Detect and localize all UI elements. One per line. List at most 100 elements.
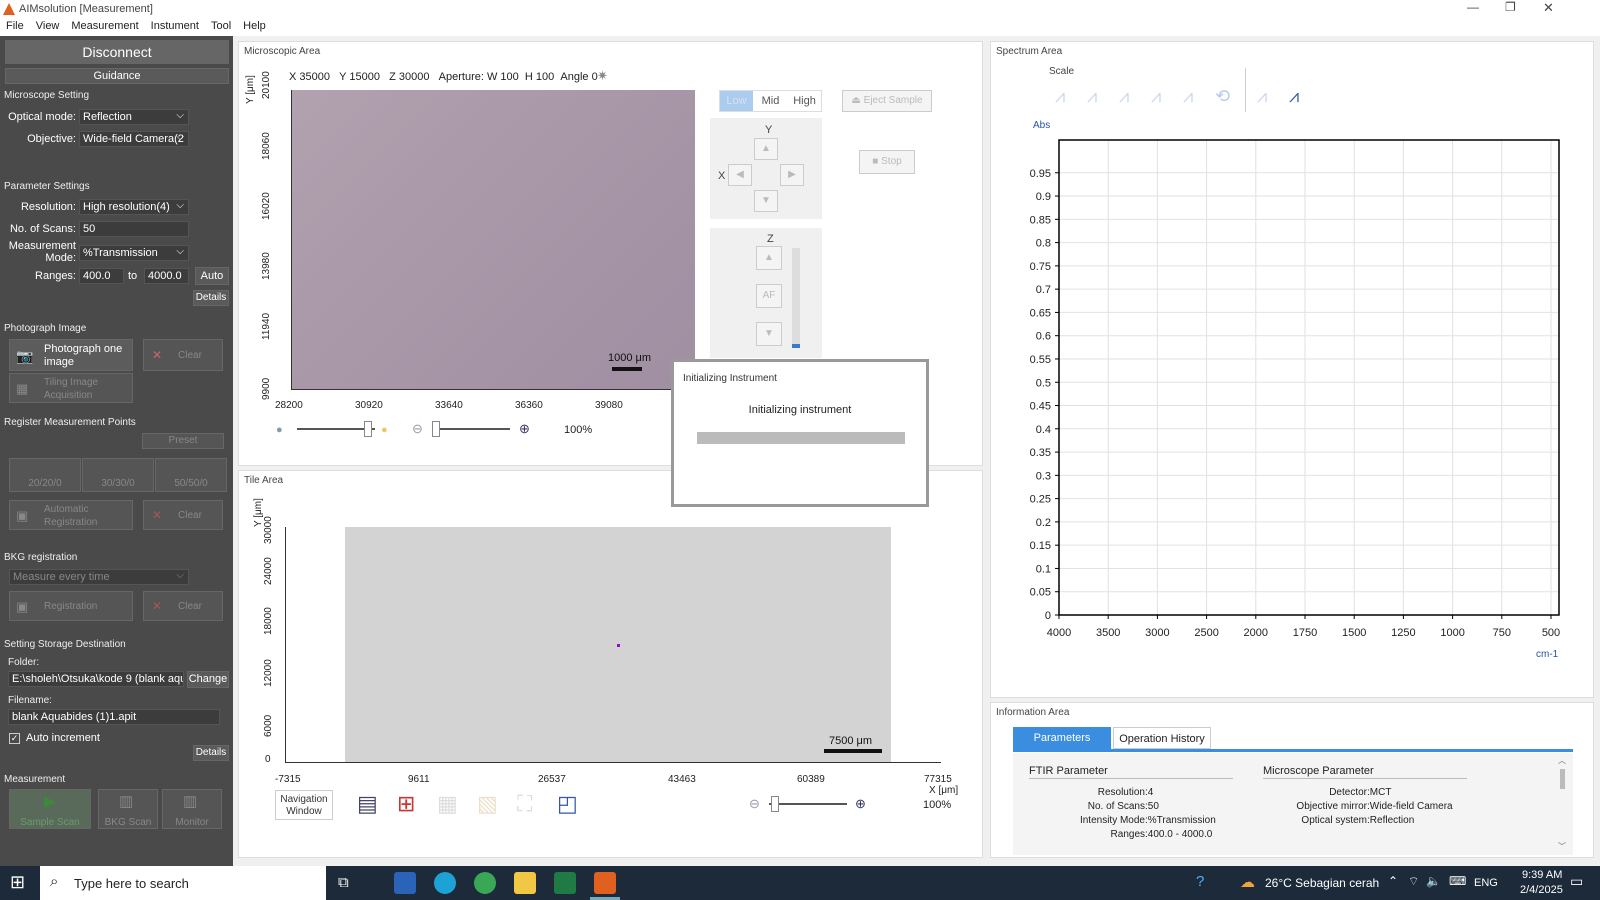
tray-chevron-icon[interactable]: ⌃	[1388, 874, 1398, 888]
bkg-clear-button[interactable]: ✕ Clear	[143, 591, 223, 621]
zoom-slider[interactable]	[432, 428, 510, 430]
aimsolution-taskbar-icon[interactable]	[594, 872, 616, 894]
clock-date[interactable]: 2/4/2025	[1520, 884, 1563, 896]
scrollbar[interactable]: ︿ ﹀	[1558, 755, 1568, 853]
tab-operation-history[interactable]: Operation History	[1113, 727, 1211, 749]
weather-text[interactable]: 26°C Sebagian cerah	[1265, 876, 1379, 890]
storage-details-button[interactable]: Details	[193, 745, 229, 761]
stage-left-button[interactable]: ◀	[728, 164, 752, 186]
menu-tool[interactable]: Tool	[205, 18, 237, 32]
zoom-out-icon[interactable]: ⊖	[412, 421, 423, 437]
excel-icon[interactable]	[554, 872, 576, 894]
bkg-registration-button[interactable]: ▣ Registration	[9, 591, 133, 621]
clock-time[interactable]: 9:39 AM	[1522, 869, 1562, 881]
z-up-button[interactable]: ▲	[756, 246, 782, 270]
speed-low[interactable]: Low	[720, 91, 753, 111]
tile-map[interactable]: 7500 μm	[285, 527, 941, 763]
close-icon[interactable]: ✕	[1543, 0, 1554, 16]
speed-high[interactable]: High	[788, 91, 821, 111]
guidance-button[interactable]: Guidance	[5, 68, 229, 84]
scroll-thumb[interactable]	[1560, 769, 1565, 789]
preset-1-button[interactable]: 20/20/0	[9, 458, 81, 492]
sample-scan-button[interactable]: ▶ Sample Scan	[9, 789, 91, 829]
zoom-in-icon[interactable]: ⊕	[519, 421, 530, 437]
menu-file[interactable]: File	[0, 18, 30, 32]
menu-measurement[interactable]: Measurement	[65, 18, 144, 32]
x-tick-label: 1750	[1293, 627, 1317, 639]
edge-icon[interactable]	[434, 872, 456, 894]
file-explorer-icon[interactable]	[514, 872, 536, 894]
notifications-icon[interactable]: ▭	[1570, 873, 1583, 890]
chrome-icon[interactable]	[474, 872, 496, 894]
bkg-scan-button[interactable]: ▥ BKG Scan	[98, 789, 158, 829]
autofocus-button[interactable]: AF	[756, 284, 782, 308]
stage-right-button[interactable]: ▶	[780, 164, 804, 186]
resolution-select[interactable]: High resolution(4) ⌵	[79, 199, 189, 215]
auto-increment-checkbox[interactable]: ✓	[9, 733, 20, 744]
filename-input[interactable]: blank Aquabides (1)1.apit	[8, 709, 220, 725]
help-icon[interactable]: ?	[1196, 873, 1204, 890]
auto-button[interactable]: Auto	[195, 267, 229, 285]
spectrum-plot[interactable]: 0.950.90.850.80.750.70.650.60.550.50.450…	[991, 42, 1595, 699]
tile-zoom-slider-thumb[interactable]	[771, 796, 779, 812]
zoom-in-icon[interactable]: ⊕	[855, 796, 866, 812]
folder-input[interactable]: E:\sholeh\Otsuka\kode 9 (blank aquabi	[8, 671, 184, 687]
tile-zoom-slider[interactable]	[769, 803, 847, 805]
preset-2-button[interactable]: 30/30/0	[82, 458, 154, 492]
preset-3-button[interactable]: 50/50/0	[155, 458, 227, 492]
microscope-image[interactable]: 1000 μm	[291, 90, 695, 390]
preset-button[interactable]: Preset	[142, 433, 224, 449]
windows-start-icon[interactable]: ⊞	[10, 872, 25, 893]
store-icon[interactable]	[394, 872, 416, 894]
mode-select[interactable]: %Transmission ⌵	[79, 245, 189, 261]
auto-registration-button[interactable]: ▣ Automatic Registration	[9, 500, 133, 530]
photo-clear-button[interactable]: ✕ Clear	[143, 339, 223, 371]
y-tick: 16020	[261, 192, 272, 220]
menu-instrument[interactable]: Instument	[145, 18, 205, 32]
z-down-button[interactable]: ▼	[756, 322, 782, 346]
tile-select-icon[interactable]: ◰	[557, 791, 578, 817]
optical-mode-select[interactable]: Reflection ⌵	[79, 109, 189, 125]
speed-mid[interactable]: Mid	[754, 91, 787, 111]
details-button[interactable]: Details	[193, 290, 229, 306]
task-view-icon[interactable]: ⧉	[338, 874, 349, 891]
menu-help[interactable]: Help	[237, 18, 272, 32]
tile-fit-icon[interactable]: ⛶	[517, 791, 532, 817]
navigation-window-button[interactable]: Navigation Window	[275, 790, 333, 820]
photograph-one-button[interactable]: 📷 Photograph one image	[9, 339, 133, 371]
range-from-input[interactable]: 400.0	[79, 268, 124, 284]
points-clear-button[interactable]: ✕ Clear	[143, 500, 223, 530]
tiling-button[interactable]: ▦ Tiling Image Acquisition	[9, 373, 133, 403]
stage-down-button[interactable]: ▼	[754, 190, 778, 212]
monitor-button[interactable]: ▥ Monitor	[162, 789, 222, 829]
network-icon[interactable]: ⌔	[1408, 874, 1419, 889]
tab-parameters[interactable]: Parameters	[1013, 727, 1111, 749]
range-to-input[interactable]: 4000.0	[144, 268, 189, 284]
brightness-slider-thumb[interactable]	[364, 421, 372, 437]
stop-button[interactable]: ■ Stop	[859, 150, 915, 174]
objective-select[interactable]: Wide-field Camera(2 ⌵	[79, 131, 189, 147]
eject-sample-button[interactable]: ⏏ Eject Sample	[842, 90, 932, 112]
tile-merge-icon[interactable]: ▧	[477, 791, 498, 817]
menu-view[interactable]: View	[30, 18, 66, 32]
tile-add-icon[interactable]: ⊞	[397, 791, 415, 817]
scans-input[interactable]: 50	[79, 221, 189, 237]
keyboard-icon[interactable]: ⌨	[1449, 874, 1466, 888]
x-coordinate: X 35000	[289, 71, 330, 83]
gear-icon[interactable]: ✷	[597, 68, 608, 84]
language-indicator[interactable]: ENG	[1474, 877, 1498, 889]
scroll-up-icon[interactable]: ︿	[1558, 755, 1566, 766]
zoom-slider-thumb[interactable]	[432, 421, 440, 437]
change-button[interactable]: Change	[187, 671, 229, 688]
tile-grid-icon[interactable]: ▤	[357, 791, 378, 817]
minimize-icon[interactable]: —	[1467, 0, 1479, 14]
stage-up-button[interactable]: ▲	[754, 138, 778, 160]
restore-icon[interactable]: ❐	[1505, 0, 1516, 14]
bkg-mode-select[interactable]: Measure every time ⌵	[9, 569, 189, 585]
taskbar-search[interactable]: ⌕ Type here to search	[40, 866, 326, 900]
zoom-out-icon[interactable]: ⊖	[749, 796, 760, 812]
scroll-down-icon[interactable]: ﹀	[1558, 841, 1566, 852]
tile-photo-icon[interactable]: ▦	[437, 791, 458, 817]
volume-icon[interactable]: 🔈	[1426, 874, 1441, 888]
disconnect-button[interactable]: Disconnect	[5, 40, 229, 64]
